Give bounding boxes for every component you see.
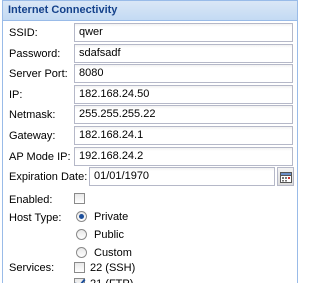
services-option-checkbox-1[interactable] xyxy=(74,278,85,283)
server-port-label: Server Port: xyxy=(9,68,68,81)
password-row: Password: sdafsadf xyxy=(7,43,295,64)
expiration-date-input[interactable]: 01/01/1970 xyxy=(89,167,275,187)
netmask-input[interactable]: 255.255.255.22 xyxy=(74,105,293,125)
ssid-input[interactable]: qwer xyxy=(74,23,293,42)
gateway-input[interactable]: 182.168.24.1 xyxy=(74,126,293,145)
expiration-date-label: Expiration Date: xyxy=(9,171,88,184)
ip-row: IP: 182.168.24.50 xyxy=(7,84,295,105)
expiration-date-row: Expiration Date: 01/01/1970 xyxy=(7,167,295,187)
server-port-input[interactable]: 8080 xyxy=(74,64,293,84)
internet-connectivity-panel: Internet Connectivity SSID: qwer Passwor… xyxy=(2,0,298,283)
panel-title: Internet Connectivity xyxy=(3,1,297,21)
calendar-icon xyxy=(280,172,292,184)
server-port-row: Server Port: 8080 xyxy=(7,64,295,84)
password-input[interactable]: sdafsadf xyxy=(74,43,293,63)
enabled-label: Enabled: xyxy=(9,194,53,206)
ssid-label: SSID: xyxy=(9,27,38,39)
services-option-checkbox-0[interactable] xyxy=(74,262,85,273)
host-type-custom-radio[interactable] xyxy=(76,247,87,258)
ssid-row: SSID: qwer xyxy=(7,23,295,43)
host-type-private-label[interactable]: Private xyxy=(94,211,128,223)
services-option-label-0[interactable]: 22 (SSH) xyxy=(90,262,135,274)
ap-mode-ip-label: AP Mode IP: xyxy=(9,150,71,163)
host-type-group: Host Type: Private Public Custom xyxy=(7,208,295,262)
netmask-row: Netmask: 255.255.255.22 xyxy=(7,105,295,125)
host-type-private-radio[interactable] xyxy=(76,211,87,222)
enabled-checkbox[interactable] xyxy=(74,193,85,204)
services-group: Services: 22 (SSH) 21 (FTP) xyxy=(7,259,295,283)
password-label: Password: xyxy=(9,47,61,60)
ip-input[interactable]: 182.168.24.50 xyxy=(74,84,293,104)
gateway-row: Gateway: 182.168.24.1 xyxy=(7,126,295,146)
date-picker-button[interactable] xyxy=(277,167,294,187)
host-type-custom-label[interactable]: Custom xyxy=(94,247,132,259)
services-label: Services: xyxy=(9,262,55,274)
host-type-public-radio[interactable] xyxy=(76,229,87,240)
ip-label: IP: xyxy=(9,88,23,101)
host-type-label: Host Type: xyxy=(9,212,62,224)
host-type-public-label[interactable]: Public xyxy=(94,229,124,241)
services-option-label-1[interactable]: 21 (FTP) xyxy=(90,278,133,283)
ap-mode-ip-input[interactable]: 192.168.24.2 xyxy=(74,146,293,166)
netmask-label: Netmask: xyxy=(9,109,56,122)
enabled-row: Enabled: xyxy=(7,190,295,210)
ap-mode-ip-row: AP Mode IP: 192.168.24.2 xyxy=(7,146,295,167)
gateway-label: Gateway: xyxy=(9,130,56,142)
